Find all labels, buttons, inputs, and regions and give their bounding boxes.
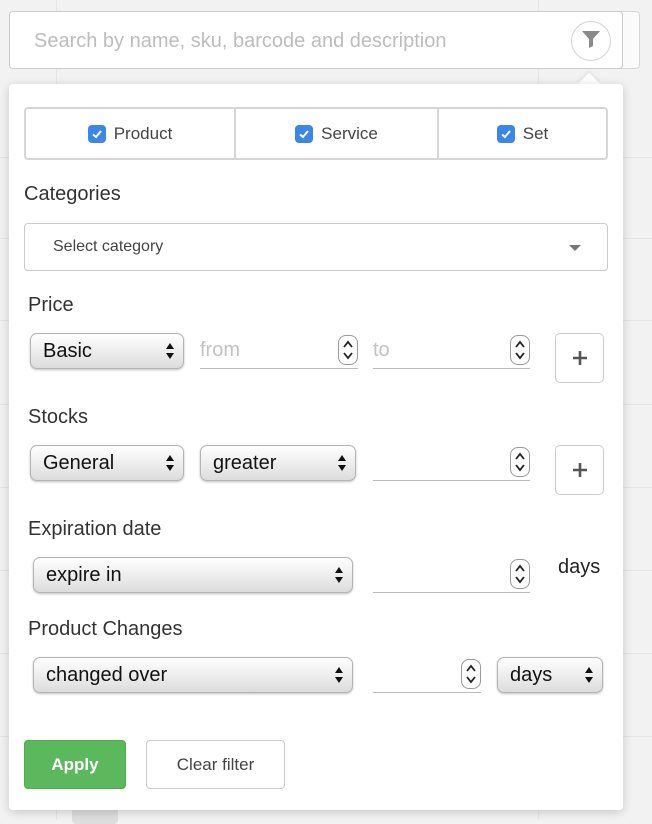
set-checkbox[interactable]: [496, 124, 515, 143]
search-input[interactable]: [32, 26, 552, 56]
service-checkbox[interactable]: [295, 124, 314, 143]
apply-button[interactable]: Apply: [24, 740, 126, 789]
chevron-down-icon: [569, 245, 581, 251]
price-from-spinner[interactable]: [338, 335, 358, 365]
price-label: Price: [28, 294, 74, 316]
set-label: Set: [522, 123, 549, 143]
category-placeholder: Select category: [53, 238, 164, 255]
price-type-select[interactable]: Basic: [30, 333, 184, 369]
expiration-mode-value: expire in: [46, 564, 122, 586]
expiration-days-spinner[interactable]: [510, 559, 530, 589]
expiration-mode-select[interactable]: expire in: [33, 557, 353, 593]
price-to-placeholder: to: [373, 339, 390, 361]
select-arrows-icon: [335, 667, 343, 683]
filter-icon: [581, 29, 601, 54]
changes-unit-select[interactable]: days: [497, 657, 603, 693]
stock-scope-select[interactable]: General: [30, 445, 184, 481]
select-arrows-icon: [166, 455, 174, 471]
filter-button[interactable]: [571, 21, 611, 61]
changes-mode-value: changed over: [46, 664, 168, 686]
expiration-unit-label: days: [558, 556, 601, 578]
stock-amount-input[interactable]: [373, 445, 530, 481]
changes-label: Product Changes: [28, 618, 183, 640]
stock-add-button[interactable]: [555, 445, 604, 495]
select-arrows-icon: [338, 455, 346, 471]
stock-comparator-value: greater: [213, 452, 277, 474]
stock-amount-spinner[interactable]: [510, 447, 530, 477]
search-bar: [9, 11, 623, 69]
clear-filter-button[interactable]: Clear filter: [146, 740, 285, 789]
stocks-label: Stocks: [28, 406, 89, 428]
stock-comparator-select[interactable]: greater: [200, 445, 356, 481]
price-to-input[interactable]: to: [373, 333, 530, 369]
product-label: Product: [113, 123, 173, 143]
service-label: Service: [321, 123, 378, 143]
type-product-toggle[interactable]: Product: [26, 109, 234, 158]
categories-label: Categories: [24, 183, 121, 205]
price-type-value: Basic: [43, 340, 92, 362]
price-from-input[interactable]: from: [200, 333, 358, 369]
select-arrows-icon: [585, 667, 593, 683]
price-from-placeholder: from: [200, 339, 240, 361]
filter-panel: Product Service Set Categories Select ca…: [9, 84, 623, 810]
changes-unit-value: days: [510, 664, 553, 686]
type-service-toggle[interactable]: Service: [234, 109, 437, 158]
price-add-button[interactable]: [555, 333, 604, 383]
select-arrows-icon: [166, 343, 174, 359]
plus-icon: [572, 463, 587, 477]
category-select[interactable]: Select category: [24, 223, 608, 271]
stock-scope-value: General: [43, 452, 115, 474]
expiration-label: Expiration date: [28, 518, 162, 540]
type-filter-group: Product Service Set: [24, 107, 608, 160]
price-to-spinner[interactable]: [510, 335, 530, 365]
type-set-toggle[interactable]: Set: [437, 109, 606, 158]
select-arrows-icon: [335, 567, 343, 583]
changes-amount-input[interactable]: [373, 657, 481, 693]
changes-amount-spinner[interactable]: [461, 659, 481, 689]
product-checkbox[interactable]: [87, 124, 106, 143]
plus-icon: [572, 351, 587, 365]
changes-mode-select[interactable]: changed over: [33, 657, 353, 693]
expiration-days-input[interactable]: [373, 557, 530, 593]
